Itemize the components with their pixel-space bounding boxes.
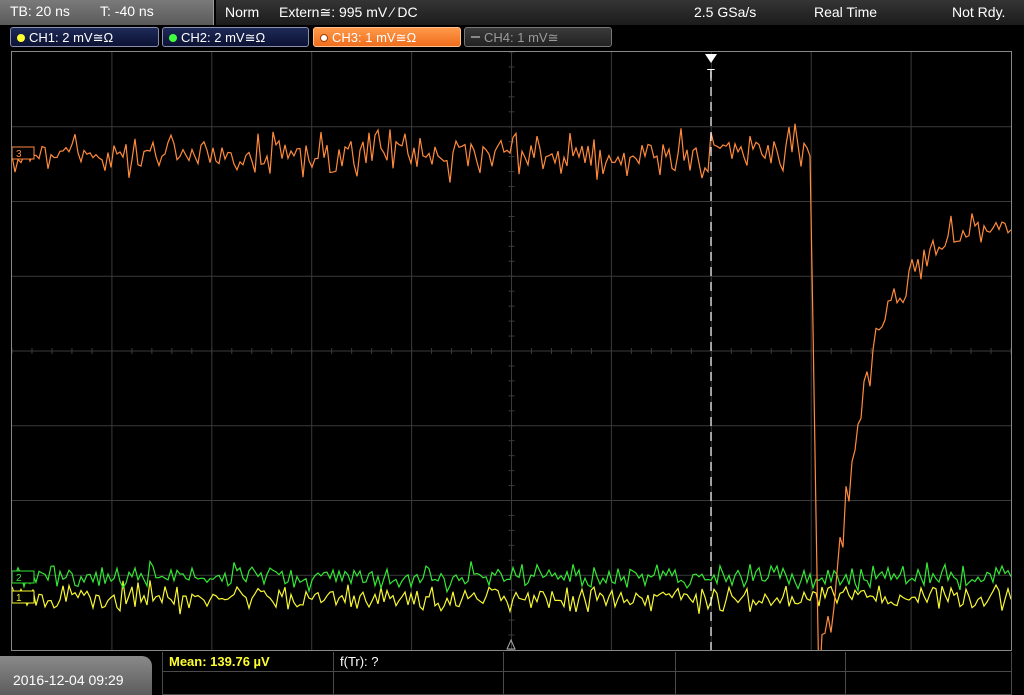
tab-ch3[interactable]: CH3: 1 mV≅Ω bbox=[313, 27, 461, 47]
oscilloscope-screen: TB: 20 ns T: -40 ns Norm Extern≅: 995 mV… bbox=[0, 0, 1024, 695]
sample-rate: 2.5 GSa/s bbox=[694, 4, 757, 20]
ch3-label: CH3: 1 mV≅Ω bbox=[332, 30, 417, 45]
measurement-cell-9[interactable] bbox=[676, 672, 846, 695]
ch2-indicator-icon bbox=[169, 34, 177, 42]
graticule: T 3 2 1 bbox=[12, 52, 1011, 650]
ch3-marker-label: 3 bbox=[16, 149, 22, 160]
ch2-offset-marker[interactable]: 2 bbox=[12, 570, 35, 584]
acquisition-status-bar: Norm Extern≅: 995 mV ⁄ DC 2.5 GSa/s Real… bbox=[216, 0, 1024, 25]
measurement-cell-8[interactable] bbox=[504, 672, 676, 695]
datetime-box: 2016-12-04 09:29 bbox=[0, 656, 152, 695]
timebase-box[interactable]: TB: 20 ns T: -40 ns bbox=[0, 0, 214, 25]
measurement-mean: Mean: 139.76 µV bbox=[169, 654, 270, 669]
trigger-time-value[interactable]: T: -40 ns bbox=[100, 3, 154, 19]
measurement-cell-5[interactable] bbox=[846, 652, 1012, 672]
datetime-value: 2016-12-04 09:29 bbox=[13, 672, 124, 688]
tab-ch4[interactable]: CH4: 1 mV≅ bbox=[464, 27, 612, 47]
measurement-cell-6[interactable] bbox=[162, 672, 334, 695]
ch1-marker-label: 1 bbox=[16, 593, 22, 604]
measurement-cell-3[interactable] bbox=[504, 652, 676, 672]
acquire-mode: Real Time bbox=[814, 4, 878, 20]
ch1-label: CH1: 2 mV≅Ω bbox=[29, 30, 114, 45]
ch1-indicator-icon bbox=[17, 34, 25, 42]
tab-ch2[interactable]: CH2: 2 mV≅Ω bbox=[162, 27, 309, 47]
measurement-table: Mean: 139.76 µV f(Tr): ? bbox=[162, 652, 1012, 695]
acquisition-state: Not Rdy. bbox=[952, 4, 1006, 20]
measurement-cell-10[interactable] bbox=[846, 672, 1012, 695]
measurement-cell-2[interactable]: f(Tr): ? bbox=[334, 652, 504, 672]
measurement-cell-1[interactable]: Mean: 139.76 µV bbox=[162, 652, 334, 672]
measurement-cell-4[interactable] bbox=[676, 652, 846, 672]
ch3-offset-marker[interactable]: 3 bbox=[12, 146, 35, 160]
trigger-marker-icon[interactable]: T bbox=[705, 54, 717, 81]
grid-lines bbox=[12, 52, 1011, 650]
ch4-label: CH4: 1 mV≅ bbox=[484, 30, 559, 45]
ch2-label: CH2: 2 mV≅Ω bbox=[181, 30, 266, 45]
ch1-offset-marker[interactable]: 1 bbox=[12, 590, 35, 604]
tab-ch1[interactable]: CH1: 2 mV≅Ω bbox=[10, 27, 159, 47]
ch2-marker-label: 2 bbox=[16, 573, 22, 584]
waveform-display[interactable]: T 3 2 1 bbox=[11, 51, 1012, 651]
ch3-indicator-icon bbox=[320, 34, 328, 42]
bottom-info-bar: 2016-12-04 09:29 Mean: 139.76 µV f(Tr): … bbox=[0, 652, 1024, 695]
trigger-marker-label: T bbox=[707, 66, 715, 81]
channel-tabs: CH1: 2 mV≅Ω CH2: 2 mV≅Ω CH3: 1 mV≅Ω CH4:… bbox=[0, 25, 1024, 50]
trigger-mode[interactable]: Norm bbox=[225, 4, 259, 20]
top-status-bar: TB: 20 ns T: -40 ns Norm Extern≅: 995 mV… bbox=[0, 0, 1024, 25]
timebase-value[interactable]: TB: 20 ns bbox=[10, 3, 70, 19]
measurement-rise-freq: f(Tr): ? bbox=[340, 654, 379, 669]
trigger-source[interactable]: Extern≅: 995 mV ⁄ DC bbox=[279, 4, 418, 21]
ch4-off-icon bbox=[471, 36, 480, 38]
measurement-cell-7[interactable] bbox=[334, 672, 504, 695]
